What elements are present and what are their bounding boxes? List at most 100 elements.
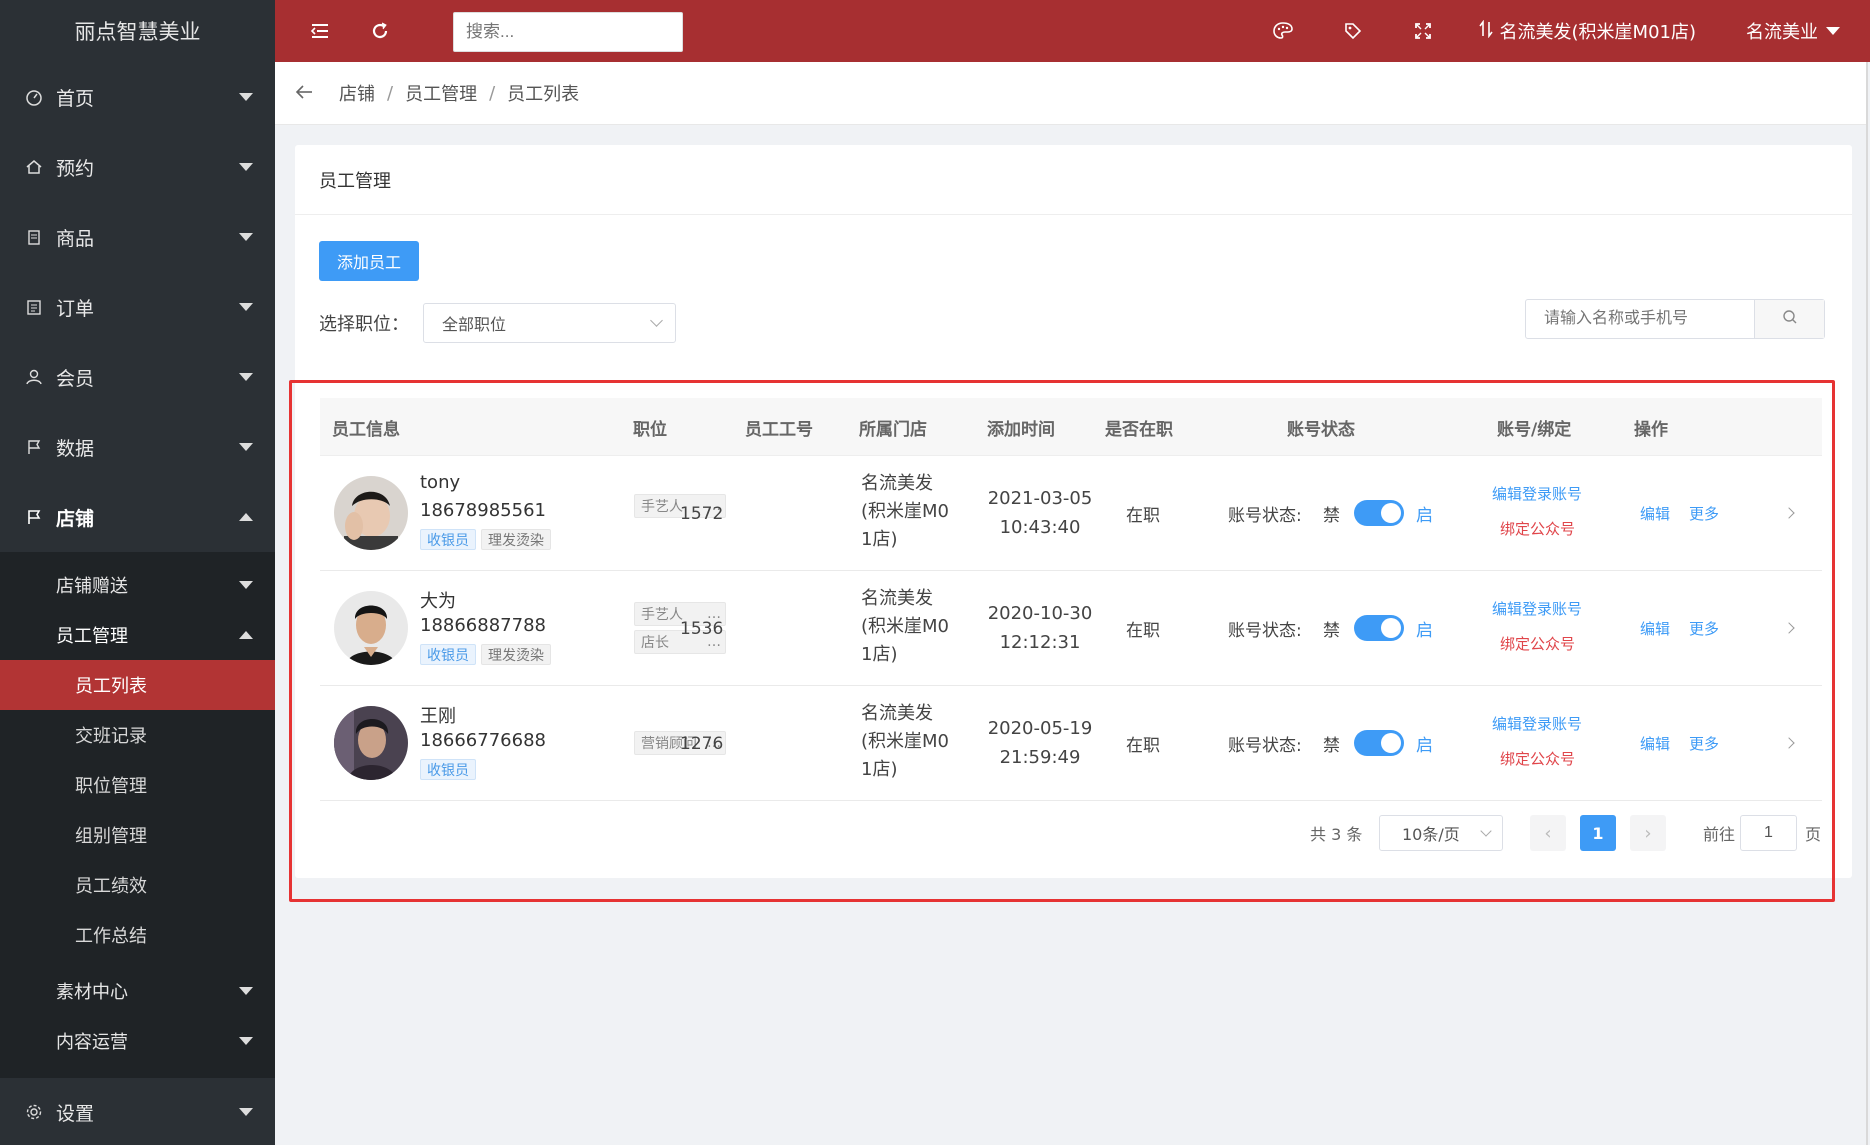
sidebar-item-orders[interactable]: 订单 [0,272,275,342]
emp-no: 1572 [680,503,724,524]
avatar [334,706,408,780]
role-tag: 收银员 [420,644,476,665]
employed-status: 在职 [1126,621,1160,641]
staff-tags: 收银员 [420,759,476,780]
sidebar-item-staff-list[interactable]: 员工列表 [0,660,275,710]
staff-phone: 18866887788 [420,615,546,636]
prev-page-button[interactable]: ‹ [1530,815,1566,851]
refresh-icon[interactable] [355,0,405,62]
next-page-button[interactable]: › [1630,815,1666,851]
added-time: 2020-10-30 12:12:31 [987,603,1093,653]
palette-icon[interactable] [1248,0,1318,62]
breadcrumb-separator: / [489,82,496,104]
menu-toggle-icon[interactable] [295,0,345,62]
breadcrumb-store[interactable]: 店铺 [339,80,375,106]
header-account-status: 账号状态 [1287,419,1355,440]
sidebar-item-settings[interactable]: 设置 [0,1077,275,1145]
edit-link[interactable]: 编辑 [1640,686,1670,801]
switch-icon [1478,19,1494,43]
sidebar-item-work-summary[interactable]: 工作总结 [0,910,275,960]
more-link[interactable]: 更多 [1689,456,1719,571]
staff-search-box [1525,299,1825,339]
role-tag: 收银员 [420,759,476,780]
switch-knob [1381,618,1401,638]
edit-link[interactable]: 编辑 [1640,571,1670,686]
sidebar-item-booking[interactable]: 预约 [0,132,275,202]
caret-down-icon [239,373,253,381]
sidebar-item-content-ops[interactable]: 内容运营 [0,1016,275,1066]
chevron-right-icon[interactable] [1783,507,1795,519]
employed-status: 在职 [1126,506,1160,526]
store-name: 名流美发 (积米崖M0 1店) [861,588,950,665]
chevron-left-icon: ‹ [1544,822,1552,844]
position-filter-label: 选择职位： [319,314,409,335]
sidebar-item-goods[interactable]: 商品 [0,202,275,272]
edit-link[interactable]: 编辑 [1640,456,1670,571]
caret-down-icon [239,987,253,995]
switch-knob [1381,503,1401,523]
search-button[interactable] [1754,300,1824,338]
caret-down-icon [239,163,253,171]
position-select[interactable]: 全部职位 [423,303,676,343]
chevron-right-icon[interactable] [1783,737,1795,749]
account-status-switch[interactable] [1354,730,1404,756]
global-search-input[interactable] [453,12,683,52]
role-tag: 收银员 [420,529,476,550]
sidebar-item-members[interactable]: 会员 [0,342,275,412]
add-staff-button[interactable]: 添加员工 [319,241,419,281]
more-link[interactable]: 更多 [1689,686,1719,801]
sidebar: 丽点智慧美业 首页 预约 商品 订单 会员 数据 店铺 店铺赠送 员工管理 员工… [0,0,275,1145]
account-status-label: 账号状态: [1228,621,1302,641]
more-link[interactable]: 更多 [1689,571,1719,686]
sidebar-item-staff-management[interactable]: 员工管理 [0,610,275,660]
sidebar-item-shift-records[interactable]: 交班记录 [0,710,275,760]
bind-official-account-link[interactable]: 绑定公众号 [1500,518,1575,539]
edit-login-account-link[interactable]: 编辑登录账号 [1492,598,1582,619]
sidebar-item-store[interactable]: 店铺 [0,482,275,552]
avatar [334,591,408,665]
account-status-switch[interactable] [1354,500,1404,526]
store-switcher[interactable]: 名流美发(积米崖M01店) [1478,18,1696,44]
flag-icon [24,507,44,527]
flag-icon [24,437,44,457]
sidebar-item-materials[interactable]: 素材中心 [0,966,275,1016]
sidebar-item-data[interactable]: 数据 [0,412,275,482]
goto-page-input[interactable] [1740,815,1797,851]
breadcrumb-separator: / [387,82,394,104]
page-number-button[interactable]: 1 [1580,815,1616,851]
caret-down-icon [239,443,253,451]
avatar [334,476,408,550]
brand-logo-text: 丽点智慧美业 [0,0,275,62]
enable-label: 启 [1416,621,1433,641]
back-arrow-icon[interactable] [295,81,313,105]
account-status-switch[interactable] [1354,615,1404,641]
sidebar-item-performance[interactable]: 员工绩效 [0,860,275,910]
sidebar-item-positions[interactable]: 职位管理 [0,760,275,810]
disable-label: 禁 [1323,736,1340,756]
breadcrumb-staff-management[interactable]: 员工管理 [405,80,477,106]
staff-phone: 18666776688 [420,730,546,751]
bind-official-account-link[interactable]: 绑定公众号 [1500,748,1575,769]
staff-name: 大为 [420,591,456,612]
bind-official-account-link[interactable]: 绑定公众号 [1500,633,1575,654]
chevron-right-icon[interactable] [1783,622,1795,634]
skill-tag: 理发烫染 [481,529,551,550]
sidebar-item-home[interactable]: 首页 [0,62,275,132]
table-row: 王刚 18666776688 收银员 营销顾问… 1276 名流美发 (积米崖M… [320,686,1822,801]
sidebar-item-store-gift[interactable]: 店铺赠送 [0,560,275,610]
page-size-select[interactable]: 10条/页 [1379,815,1503,851]
staff-search-input[interactable] [1526,300,1754,338]
caret-down-icon [239,303,253,311]
tag-icon[interactable] [1318,0,1388,62]
caret-down-icon [239,93,253,101]
sidebar-item-groups[interactable]: 组别管理 [0,810,275,860]
edit-login-account-link[interactable]: 编辑登录账号 [1492,713,1582,734]
staff-name: 王刚 [420,706,456,727]
user-menu[interactable]: 名流美业 [1746,18,1840,44]
scrollbar-track[interactable] [1866,62,1868,1145]
header-added-time: 添加时间 [987,419,1055,440]
header-employed: 是否在职 [1105,419,1173,440]
fullscreen-icon[interactable] [1388,0,1458,62]
pagination-total: 共 3 条 [1310,825,1363,844]
edit-login-account-link[interactable]: 编辑登录账号 [1492,483,1582,504]
